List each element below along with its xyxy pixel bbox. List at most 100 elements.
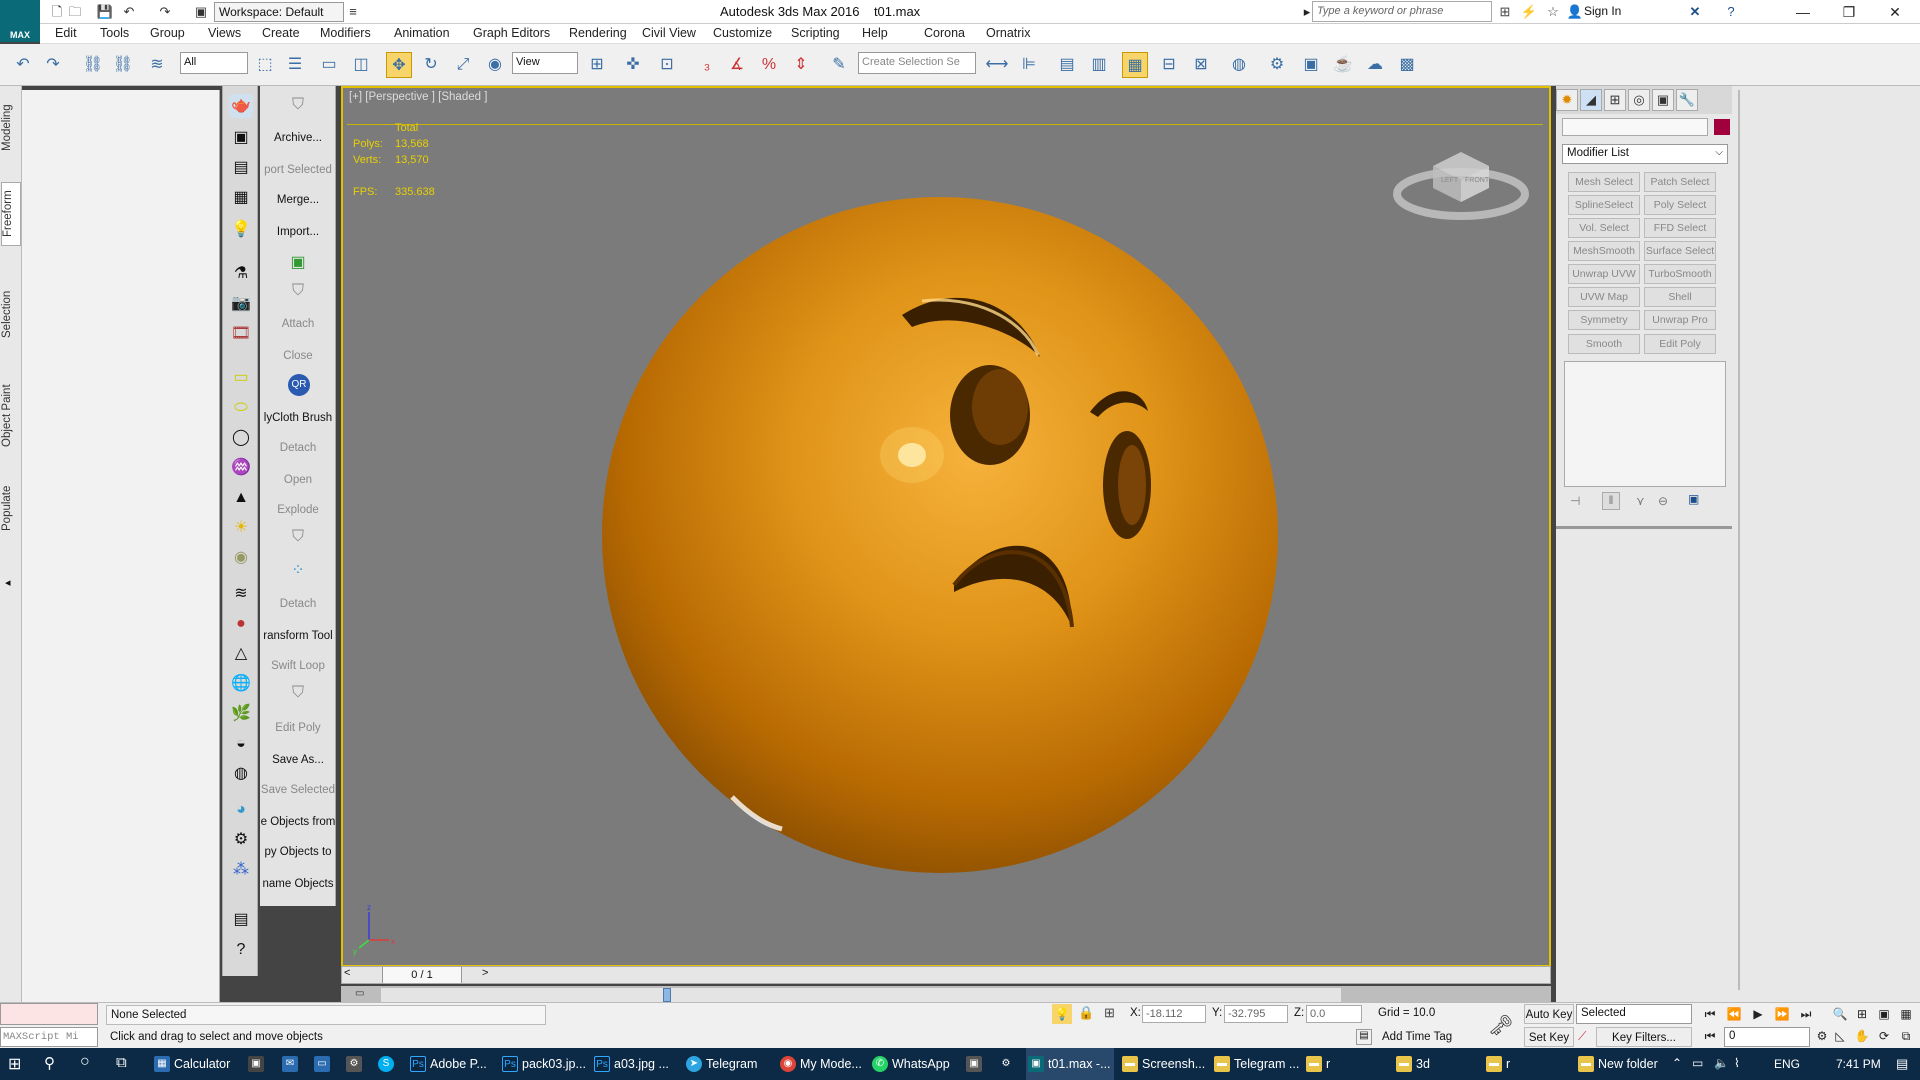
- teapot-icon[interactable]: 🫖: [229, 94, 253, 118]
- spinner-snap-icon[interactable]: ⇕: [788, 52, 814, 78]
- render-sphere-icon[interactable]: ◕: [229, 798, 253, 822]
- pivot-center-icon[interactable]: ⊞: [584, 52, 610, 78]
- z-coordinate-field[interactable]: 0.0: [1306, 1005, 1362, 1023]
- next-frame-icon[interactable]: ⏩: [1772, 1005, 1792, 1023]
- track-bar-range[interactable]: [381, 988, 1341, 1002]
- volume-icon[interactable]: 🔈: [1714, 1056, 1729, 1070]
- camera-icon[interactable]: 📷: [229, 292, 253, 316]
- open-file-icon[interactable]: 🗀: [66, 3, 84, 21]
- isolate-selection-icon[interactable]: 💡: [1052, 1004, 1072, 1024]
- snaps-toggle-icon[interactable]: ₃: [694, 52, 720, 78]
- hierarchy-tab-icon[interactable]: ⊞: [1604, 89, 1626, 111]
- taskbar-mail[interactable]: ✉: [280, 1048, 300, 1080]
- maximize-viewport-icon[interactable]: ⧉: [1896, 1027, 1916, 1045]
- cmd-save-as[interactable]: Save As...: [260, 754, 336, 766]
- modifier-list-dropdown[interactable]: Modifier List ⌵: [1562, 144, 1728, 164]
- object-color-swatch[interactable]: [1714, 119, 1730, 135]
- dots-icon[interactable]: ⁘: [286, 560, 310, 582]
- input-language[interactable]: ENG: [1774, 1048, 1800, 1080]
- tab-populate[interactable]: Populate: [1, 476, 21, 540]
- sign-in-button[interactable]: Sign In: [1584, 4, 1621, 18]
- tab-selection[interactable]: Selection: [1, 282, 21, 346]
- qr-icon[interactable]: QR: [288, 374, 310, 396]
- task-view-icon[interactable]: ⧉: [116, 1054, 127, 1071]
- select-and-scale-icon[interactable]: ⤢: [450, 52, 476, 78]
- taskbar-whatsapp[interactable]: ✆ WhatsApp: [870, 1048, 960, 1080]
- zoom-all-icon[interactable]: ⊞: [1852, 1005, 1872, 1023]
- create-tab-icon[interactable]: ✹: [1556, 89, 1578, 111]
- exchange-apps-icon[interactable]: ✕: [1686, 3, 1704, 21]
- modifier-stack[interactable]: [1564, 361, 1726, 487]
- cmd-transform-tool[interactable]: ransform Tool: [260, 630, 336, 642]
- user-icon[interactable]: 👤: [1566, 3, 1584, 21]
- emoji-sphere-model[interactable]: [602, 197, 1278, 873]
- menu-tools[interactable]: Tools: [100, 26, 129, 40]
- cmd-merge[interactable]: Merge...: [260, 194, 336, 206]
- material-editor-icon[interactable]: ◍: [1226, 52, 1252, 78]
- taskbar-store[interactable]: ▣: [246, 1048, 266, 1080]
- undo-icon[interactable]: ↶: [120, 3, 138, 21]
- search-icon[interactable]: ⚲: [44, 1054, 55, 1072]
- cmd-save-selected[interactable]: Save Selected: [260, 784, 336, 796]
- taskbar-r-folder[interactable]: ▬ r: [1304, 1048, 1364, 1080]
- tab-freeform[interactable]: Freeform: [1, 182, 21, 246]
- link-icon[interactable]: ⛓: [80, 52, 106, 78]
- cmd-close[interactable]: Close: [260, 350, 336, 362]
- quick-access-menu-icon[interactable]: ≡: [344, 3, 362, 21]
- communication-center-icon[interactable]: ⚡: [1520, 3, 1538, 21]
- rock-icon[interactable]: ◒: [229, 732, 253, 756]
- pin-stack-icon[interactable]: ⊣: [1570, 494, 1580, 508]
- pyramid-icon[interactable]: △: [229, 642, 253, 666]
- modify-tab-icon[interactable]: ◢: [1580, 89, 1602, 111]
- menu-create[interactable]: Create: [262, 26, 300, 40]
- mod-ffd-select[interactable]: FFD Select: [1644, 218, 1716, 238]
- wifi-icon[interactable]: ⌇: [1734, 1056, 1740, 1070]
- cmd-edit-poly[interactable]: Edit Poly: [260, 722, 336, 734]
- zoom-extents-icon[interactable]: ▣: [1874, 1005, 1894, 1023]
- select-and-rotate-icon[interactable]: ↻: [418, 52, 444, 78]
- plane-icon[interactable]: ▭: [229, 366, 253, 390]
- menu-civil-view[interactable]: Civil View: [642, 26, 696, 40]
- menu-modifiers[interactable]: Modifiers: [320, 26, 371, 40]
- track-bar-key[interactable]: [663, 988, 671, 1002]
- binoculars-icon[interactable]: ⊞: [1496, 3, 1514, 21]
- set-key-button[interactable]: Set Key: [1524, 1027, 1574, 1047]
- cmd-copy-objects-to[interactable]: py Objects to: [260, 846, 336, 858]
- sun-icon[interactable]: ☀: [229, 516, 253, 540]
- green-box-icon[interactable]: ▣: [286, 252, 310, 274]
- undo-icon[interactable]: ↶: [10, 52, 36, 78]
- taskbar-tools[interactable]: ⚙: [344, 1048, 364, 1080]
- mod-patch-select[interactable]: Patch Select: [1644, 172, 1716, 192]
- taskbar-desktop[interactable]: ▭: [312, 1048, 332, 1080]
- display-tab-icon[interactable]: ▣: [1652, 89, 1674, 111]
- cortana-icon[interactable]: ○: [80, 1053, 90, 1071]
- selection-lock-icon[interactable]: 🔒: [1078, 1005, 1094, 1021]
- menu-views[interactable]: Views: [208, 26, 241, 40]
- named-selection-set-dropdown[interactable]: Create Selection Se: [858, 52, 976, 74]
- default-tangent-icon[interactable]: ⟋: [1578, 1029, 1586, 1044]
- mirror-icon[interactable]: ⟷: [984, 52, 1010, 78]
- application-menu-button[interactable]: MAX: [0, 0, 40, 42]
- globe-icon[interactable]: 🌐: [229, 672, 253, 696]
- cmd-import[interactable]: Import...: [260, 226, 336, 238]
- layers-icon[interactable]: ≋: [229, 582, 253, 606]
- rendered-frame-window-icon[interactable]: ▣: [1298, 52, 1324, 78]
- cmd-move-objects-from[interactable]: e Objects from: [260, 816, 336, 828]
- mod-smooth[interactable]: Smooth: [1568, 334, 1640, 354]
- help-search-input[interactable]: Type a keyword or phrase: [1312, 1, 1492, 22]
- go-to-start-icon[interactable]: ⏮: [1700, 1005, 1720, 1023]
- script-icon[interactable]: ▤: [229, 156, 253, 180]
- pan-icon[interactable]: ✋: [1852, 1027, 1872, 1045]
- workspace-dropdown[interactable]: Workspace: Default: [214, 2, 344, 22]
- zoom-icon[interactable]: 🔍: [1830, 1005, 1850, 1023]
- cmd-attach[interactable]: Attach: [260, 318, 336, 330]
- menu-help[interactable]: Help: [862, 26, 888, 40]
- viewcube[interactable]: LEFT FRONT: [1393, 136, 1529, 224]
- time-config-icon[interactable]: ⚙: [1812, 1027, 1832, 1045]
- window-crossing-icon[interactable]: ◫: [348, 52, 374, 78]
- cmd-polycloth-brush[interactable]: lyCloth Brush: [260, 412, 336, 424]
- taskbar-3d-folder[interactable]: ▬ 3d: [1394, 1048, 1474, 1080]
- mod-symmetry[interactable]: Symmetry: [1568, 310, 1640, 330]
- render-frame-icon[interactable]: ▣: [229, 126, 253, 150]
- viewport-label[interactable]: [+] [Perspective ] [Shaded ]: [349, 91, 487, 103]
